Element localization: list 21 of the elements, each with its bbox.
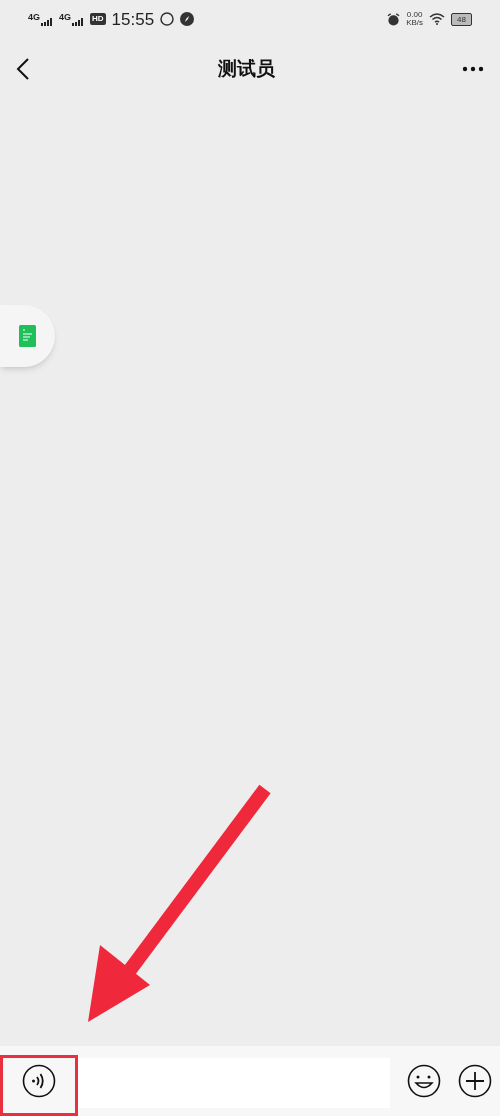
alarm-icon <box>387 12 401 26</box>
signal-icon <box>41 17 53 26</box>
back-icon[interactable] <box>16 58 30 80</box>
circle-badge-icon <box>160 12 175 26</box>
add-icon[interactable] <box>457 1064 492 1098</box>
document-icon <box>19 325 36 347</box>
clock-time: 15:55 <box>111 10 155 28</box>
emoji-icon[interactable] <box>406 1064 441 1098</box>
chat-title: 测试员 <box>217 56 275 81</box>
more-icon[interactable] <box>462 66 484 72</box>
network-type: 4G <box>28 12 40 22</box>
signal-icon <box>72 17 85 26</box>
voice-icon[interactable] <box>22 1064 56 1098</box>
network-type: 4G <box>59 12 72 22</box>
compass-icon <box>180 12 195 26</box>
network-speed: 0.00 <box>406 11 423 19</box>
battery-indicator: 48 <box>451 12 472 26</box>
speed-unit: KB/s <box>406 19 424 27</box>
wifi-icon <box>429 13 446 25</box>
hd-badge: HD <box>90 13 106 25</box>
message-input[interactable] <box>78 1058 390 1108</box>
